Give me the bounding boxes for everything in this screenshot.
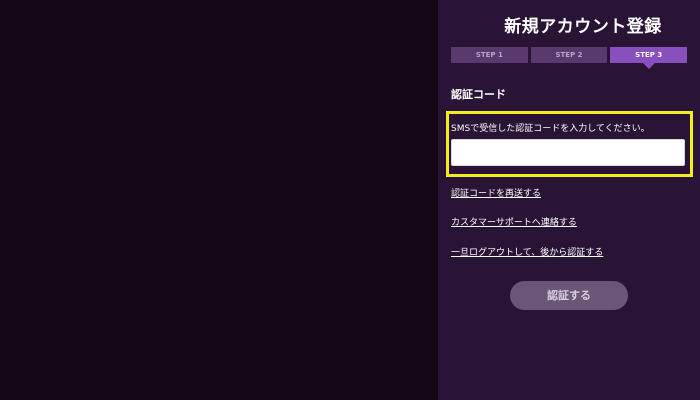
page-title: 新規アカウント登録 [504,17,662,37]
resend-code-link[interactable]: 認証コードを再送する [451,186,541,199]
blank-background-area [0,0,438,400]
step-indicator: STEP 1 STEP 2 STEP 3 [451,47,688,69]
highlight-frame [446,111,693,177]
step-1: STEP 1 [451,47,528,63]
registration-panel: 新規アカウント登録 STEP 1 STEP 2 STEP 3 認証コード SMS… [438,0,700,400]
logout-later-link[interactable]: 一旦ログアウトして、後から認証する [451,245,603,258]
screen: 新規アカウント登録 STEP 1 STEP 2 STEP 3 認証コード SMS… [0,0,700,400]
step-3: STEP 3 [610,47,688,69]
step-2: STEP 2 [530,47,608,63]
contact-support-link[interactable]: カスタマーサポートへ連絡する [451,215,577,228]
verify-button[interactable]: 認証する [510,281,628,310]
verification-code-heading: 認証コード [451,88,506,101]
